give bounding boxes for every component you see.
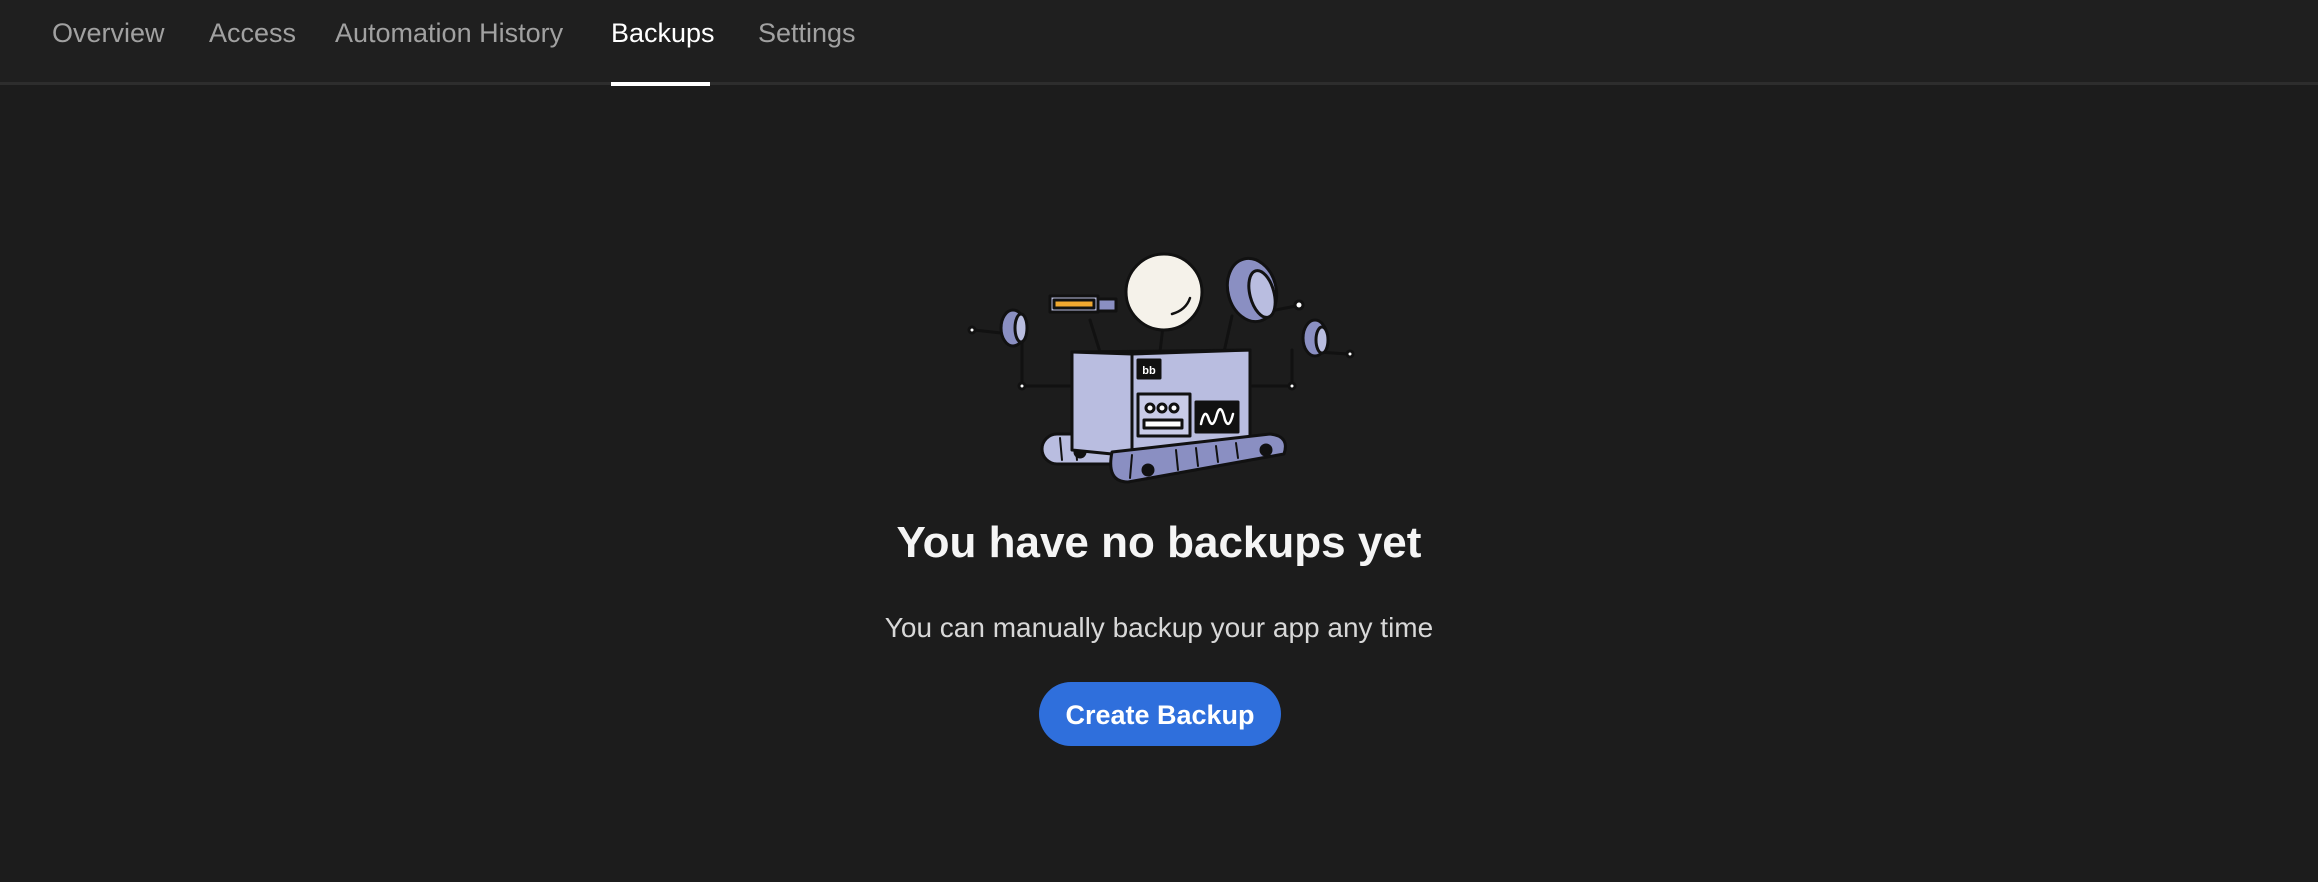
robot-badge-text: bb [1142,365,1156,377]
empty-state-description: You can manually backup your app any tim… [884,612,1434,643]
create-backup-button[interactable]: Create Backup [1039,682,1281,746]
tab-access[interactable]: Access [209,18,296,49]
empty-state-title: You have no backups yet [896,518,1422,567]
active-tab-indicator [611,82,710,86]
tab-bar: Overview Access Automation History Backu… [0,0,2318,85]
robot-backup-illustration: bb [967,252,1355,484]
tab-settings[interactable]: Settings [758,18,856,49]
tab-automation-history[interactable]: Automation History [335,18,563,49]
tab-overview[interactable]: Overview [52,18,165,49]
tab-backups[interactable]: Backups [611,18,715,49]
